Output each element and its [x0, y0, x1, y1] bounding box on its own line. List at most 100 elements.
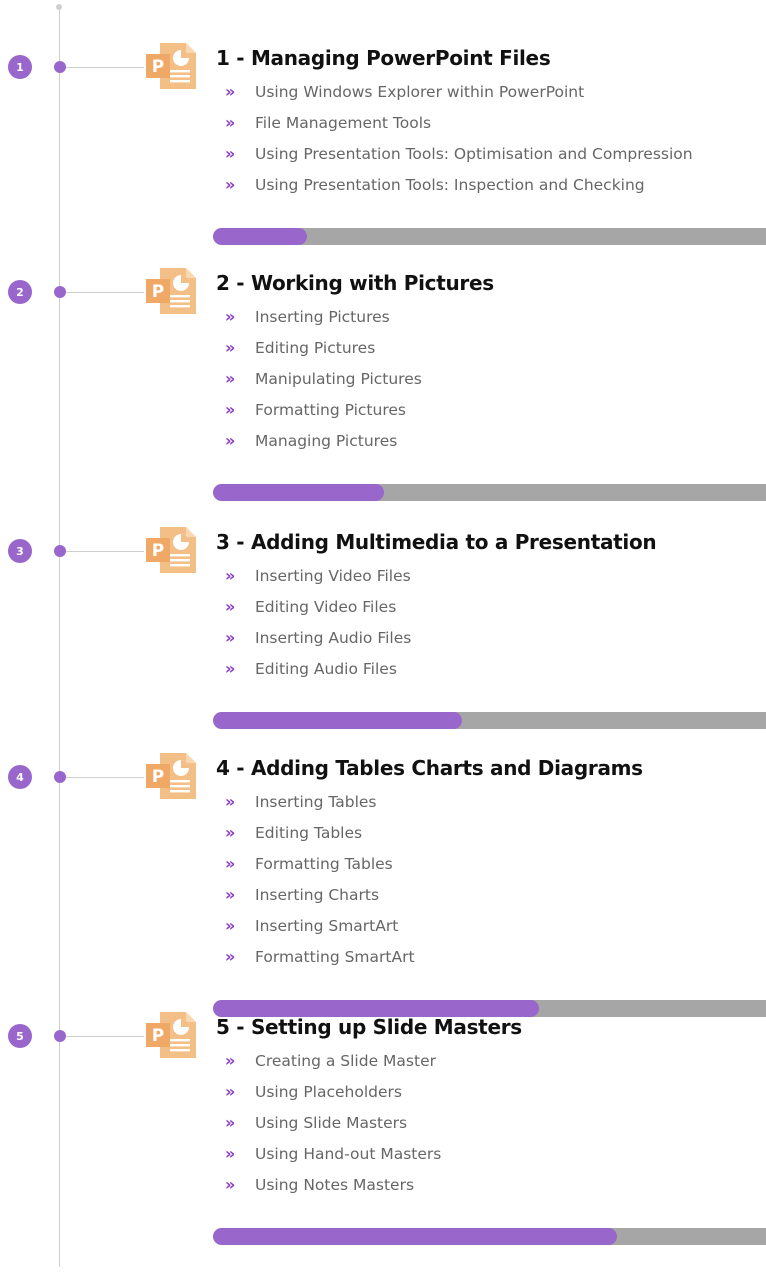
topic-item: » Inserting SmartArt [225, 917, 415, 948]
chevron-right-icon: » [225, 338, 236, 357]
timeline-connector [66, 551, 144, 552]
chevron-right-icon: » [225, 369, 236, 388]
topic-list: » Inserting Pictures » Editing Pictures » Man… [225, 308, 422, 463]
module-number-badge: 1 [8, 55, 32, 79]
topic-item: » Using Presentation Tools: Inspection an… [225, 176, 693, 207]
chevron-right-icon: » [225, 175, 236, 194]
timeline-connector [66, 1036, 144, 1037]
topic-label: Inserting Tables [255, 793, 377, 811]
topic-label: Editing Video Files [255, 598, 397, 616]
topic-label: Editing Pictures [255, 339, 376, 357]
topic-item: » Using Placeholders [225, 1083, 441, 1114]
topic-item: » Inserting Tables [225, 793, 415, 824]
module-title: 4 - Adding Tables Charts and Diagrams [216, 756, 643, 780]
chevron-right-icon: » [225, 597, 236, 616]
module-title: 3 - Adding Multimedia to a Presentation [216, 530, 657, 554]
module-title: 1 - Managing PowerPoint Files [216, 46, 551, 70]
topic-list: » Inserting Video Files » Editing Video Fil… [225, 567, 411, 691]
topic-label: Formatting SmartArt [255, 948, 415, 966]
topic-label: Formatting Pictures [255, 401, 406, 419]
topic-item: » Inserting Pictures [225, 308, 422, 339]
svg-text:P: P [152, 1026, 164, 1046]
chevron-right-icon: » [225, 792, 236, 811]
chevron-right-icon: » [225, 823, 236, 842]
topic-label: Using Presentation Tools: Optimisation a… [255, 145, 693, 163]
topic-label: Formatting Tables [255, 855, 393, 873]
topic-label: Manipulating Pictures [255, 370, 422, 388]
chevron-right-icon: » [225, 1175, 236, 1194]
topic-label: Inserting Pictures [255, 308, 390, 326]
powerpoint-file-icon: P [146, 268, 196, 314]
svg-text:P: P [152, 57, 164, 77]
module-progress-fill [213, 484, 385, 501]
topic-label: Using Hand-out Masters [255, 1145, 442, 1163]
chevron-right-icon: » [225, 628, 236, 647]
chevron-right-icon: » [225, 916, 236, 935]
topic-item: » Formatting Tables [225, 855, 415, 886]
topic-label: Editing Audio Files [255, 660, 397, 678]
topic-list: » Inserting Tables » Editing Tables » Formatt… [225, 793, 415, 979]
timeline-start-dot [56, 4, 62, 10]
topic-label: Creating a Slide Master [255, 1052, 436, 1070]
topic-label: Editing Tables [255, 824, 363, 842]
timeline-line [59, 7, 60, 1267]
topic-item: » Editing Pictures [225, 339, 422, 370]
chevron-right-icon: » [225, 659, 236, 678]
topic-label: Managing Pictures [255, 432, 398, 450]
chevron-right-icon: » [225, 82, 236, 101]
timeline-node-dot [54, 286, 66, 298]
timeline-connector [66, 292, 144, 293]
timeline-node-dot [54, 61, 66, 73]
module-number-badge: 2 [8, 280, 32, 304]
powerpoint-file-icon: P [146, 1012, 196, 1058]
topic-item: » File Management Tools [225, 114, 693, 145]
module-number-badge: 4 [8, 765, 32, 789]
powerpoint-file-icon: P [146, 753, 196, 799]
module-progress-bar [213, 1228, 766, 1245]
topic-item: » Editing Audio Files [225, 660, 411, 691]
svg-text:P: P [152, 282, 164, 302]
powerpoint-file-icon: P [146, 527, 196, 573]
topic-label: Using Placeholders [255, 1083, 402, 1101]
module-progress-fill [213, 228, 307, 245]
module-progress-fill [213, 1228, 617, 1245]
topic-label: Using Presentation Tools: Inspection and… [255, 176, 645, 194]
chevron-right-icon: » [225, 1144, 236, 1163]
chevron-right-icon: » [225, 1113, 236, 1132]
module-progress-fill [213, 712, 462, 729]
topic-item: » Formatting Pictures [225, 401, 422, 432]
chevron-right-icon: » [225, 431, 236, 450]
chevron-right-icon: » [225, 1051, 236, 1070]
topic-label: Inserting SmartArt [255, 917, 399, 935]
timeline-connector [66, 777, 144, 778]
topic-label: Inserting Charts [255, 886, 380, 904]
chevron-right-icon: » [225, 885, 236, 904]
module-number-badge: 5 [8, 1024, 32, 1048]
topic-item: » Inserting Video Files [225, 567, 411, 598]
topic-item: » Using Slide Masters [225, 1114, 441, 1145]
topic-label: Inserting Video Files [255, 567, 411, 585]
topic-item: » Inserting Charts [225, 886, 415, 917]
topic-item: » Using Windows Explorer within PowerPoin… [225, 83, 693, 114]
timeline-connector [66, 67, 144, 68]
timeline-node-dot [54, 545, 66, 557]
topic-label: Using Notes Masters [255, 1176, 415, 1194]
chevron-right-icon: » [225, 947, 236, 966]
topic-item: » Editing Tables [225, 824, 415, 855]
powerpoint-file-icon: P [146, 43, 196, 89]
module-progress-bar [213, 228, 766, 245]
timeline-node-dot [54, 771, 66, 783]
topic-label: Using Slide Masters [255, 1114, 408, 1132]
topic-item: » Using Hand-out Masters [225, 1145, 441, 1176]
module-title: 2 - Working with Pictures [216, 271, 494, 295]
module-title: 5 - Setting up Slide Masters [216, 1015, 522, 1039]
timeline-node-dot [54, 1030, 66, 1042]
chevron-right-icon: » [225, 144, 236, 163]
topic-item: » Manipulating Pictures [225, 370, 422, 401]
module-progress-bar [213, 712, 766, 729]
svg-text:P: P [152, 767, 164, 787]
topic-label: Inserting Audio Files [255, 629, 412, 647]
topic-label: File Management Tools [255, 114, 432, 132]
chevron-right-icon: » [225, 400, 236, 419]
topic-item: » Editing Video Files [225, 598, 411, 629]
